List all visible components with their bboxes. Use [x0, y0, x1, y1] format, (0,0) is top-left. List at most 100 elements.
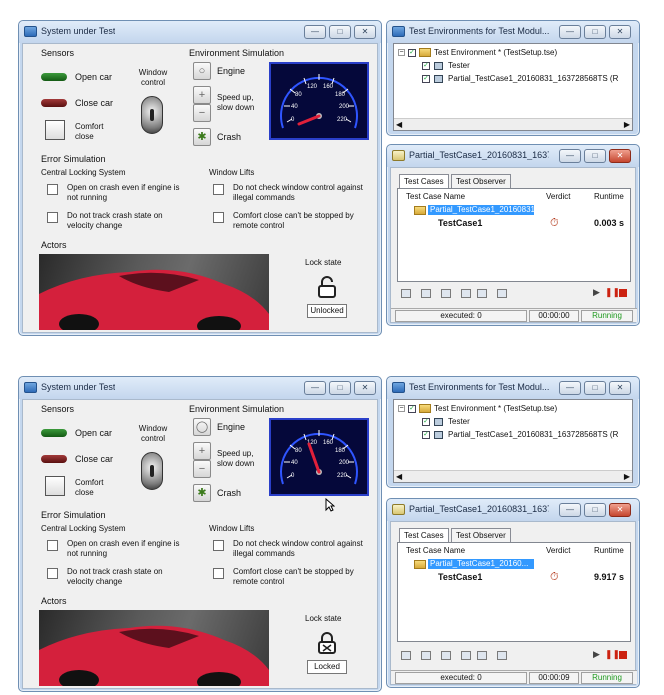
minimize-button[interactable]: — — [559, 25, 581, 39]
env-root-label[interactable]: Test Environment * (TestSetup.tse) — [434, 404, 557, 414]
tester-checkbox[interactable]: ✓ — [422, 418, 430, 426]
maximize-button[interactable]: □ — [329, 25, 351, 39]
window-control-knob[interactable] — [141, 96, 163, 134]
close-button[interactable]: ✕ — [609, 503, 631, 517]
open-on-crash-checkbox[interactable] — [47, 184, 58, 195]
expand-icon[interactable]: − — [398, 405, 405, 412]
pause-icon[interactable]: ❚❚ — [605, 287, 620, 298]
testcase-env-label[interactable]: Partial_TestCase1_20160831_163728568TS (… — [448, 74, 628, 84]
toolbar-icon[interactable] — [497, 289, 507, 298]
open-car-key-icon[interactable] — [41, 429, 67, 437]
speed-up-button[interactable]: + — [193, 86, 211, 104]
horizontal-scrollbar[interactable]: ◀ ▶ — [394, 470, 632, 482]
close-button[interactable]: ✕ — [354, 25, 376, 39]
minimize-button[interactable]: — — [559, 503, 581, 517]
tester-label[interactable]: Tester — [448, 61, 470, 71]
crash-button[interactable]: ✱ — [193, 128, 211, 146]
testcase-titlebar[interactable]: Partial_TestCase1_20160831_16372856... —… — [387, 145, 639, 167]
minimize-button[interactable]: — — [304, 25, 326, 39]
tab-test-observer[interactable]: Test Observer — [451, 174, 511, 188]
comfort-close-button[interactable] — [45, 476, 65, 496]
testcase-env-checkbox[interactable]: ✓ — [422, 75, 430, 83]
col-test-case-name[interactable]: Test Case Name — [406, 546, 465, 555]
check-window-control-checkbox[interactable] — [213, 540, 224, 551]
track-crash-checkbox[interactable] — [47, 212, 58, 223]
env-root-label[interactable]: Test Environment * (TestSetup.tse) — [434, 48, 557, 58]
toolbar-icon[interactable] — [421, 289, 431, 298]
env-titlebar[interactable]: Test Environments for Test Modul... — □ … — [387, 377, 639, 399]
comfort-close-stop-checkbox[interactable] — [213, 212, 224, 223]
col-verdict[interactable]: Verdict — [546, 192, 570, 201]
toolbar-icon[interactable] — [441, 289, 451, 298]
minimize-button[interactable]: — — [559, 149, 581, 163]
horizontal-scrollbar[interactable]: ◀ ▶ — [394, 118, 632, 130]
window-lifts-heading: Window Lifts — [209, 524, 255, 533]
close-button[interactable]: ✕ — [609, 381, 631, 395]
tab-test-cases[interactable]: Test Cases — [399, 528, 449, 543]
row-parent-label[interactable]: Partial_TestCase1_20160... — [428, 559, 534, 569]
col-verdict[interactable]: Verdict — [546, 546, 570, 555]
toolbar-icon[interactable] — [401, 289, 411, 298]
stop-icon[interactable] — [619, 651, 627, 659]
crash-button[interactable]: ✱ — [193, 484, 211, 502]
open-car-key-icon[interactable] — [41, 73, 67, 81]
track-crash-checkbox[interactable] — [47, 568, 58, 579]
env-root-checkbox[interactable]: ✓ — [408, 49, 416, 57]
tab-test-observer[interactable]: Test Observer — [451, 528, 511, 542]
executed-count: executed: 0 — [395, 310, 527, 322]
row-child-label[interactable]: TestCase1 — [438, 572, 482, 582]
tester-label[interactable]: Tester — [448, 417, 470, 427]
minimize-button[interactable]: — — [559, 381, 581, 395]
comfort-close-button[interactable] — [45, 120, 65, 140]
toolbar-icon[interactable] — [477, 651, 487, 660]
slow-down-button[interactable]: − — [193, 104, 211, 122]
col-runtime[interactable]: Runtime — [594, 192, 624, 201]
maximize-button[interactable]: □ — [329, 381, 351, 395]
engine-button[interactable]: ◯ — [193, 418, 211, 436]
maximize-button[interactable]: □ — [584, 25, 606, 39]
col-test-case-name[interactable]: Test Case Name — [406, 192, 465, 201]
toolbar-icon[interactable] — [401, 651, 411, 660]
testcase-env-label[interactable]: Partial_TestCase1_20160831_163728568TS (… — [448, 430, 628, 440]
toolbar-icon[interactable] — [461, 289, 471, 298]
slow-down-button[interactable]: − — [193, 460, 211, 478]
toolbar-icon[interactable] — [477, 289, 487, 298]
folder-icon — [419, 404, 431, 413]
env-root-checkbox[interactable]: ✓ — [408, 405, 416, 413]
expand-icon[interactable]: − — [398, 49, 405, 56]
engine-button[interactable]: ○ — [193, 62, 211, 80]
env-titlebar[interactable]: Test Environments for Test Modul... — □ … — [387, 21, 639, 43]
pause-icon[interactable]: ❚❚ — [605, 649, 620, 660]
stop-icon[interactable] — [619, 289, 627, 297]
speed-up-button[interactable]: + — [193, 442, 211, 460]
tab-test-cases[interactable]: Test Cases — [399, 174, 449, 189]
close-car-key-icon[interactable] — [41, 99, 67, 107]
close-button[interactable]: ✕ — [609, 149, 631, 163]
maximize-button[interactable]: □ — [584, 149, 606, 163]
window-control-knob[interactable] — [141, 452, 163, 490]
speed-needle — [307, 442, 321, 474]
testcase-titlebar[interactable]: Partial_TestCase1_20160831_16372856... —… — [387, 499, 639, 521]
play-icon[interactable]: ▶ — [593, 649, 600, 660]
sut-titlebar[interactable]: System under Test — □ ✕ — [19, 21, 381, 43]
toolbar-icon[interactable] — [497, 651, 507, 660]
row-parent-label[interactable]: Partial_TestCase1_20160831 — [428, 205, 534, 215]
close-button[interactable]: ✕ — [609, 25, 631, 39]
close-car-key-icon[interactable] — [41, 455, 67, 463]
minimize-button[interactable]: — — [304, 381, 326, 395]
toolbar-icon[interactable] — [461, 651, 471, 660]
maximize-button[interactable]: □ — [584, 503, 606, 517]
toolbar-icon[interactable] — [421, 651, 431, 660]
close-button[interactable]: ✕ — [354, 381, 376, 395]
comfort-close-stop-checkbox[interactable] — [213, 568, 224, 579]
sut-titlebar[interactable]: System under Test — □ ✕ — [19, 377, 381, 399]
toolbar-icon[interactable] — [441, 651, 451, 660]
check-window-control-checkbox[interactable] — [213, 184, 224, 195]
tester-checkbox[interactable]: ✓ — [422, 62, 430, 70]
col-runtime[interactable]: Runtime — [594, 546, 624, 555]
play-icon[interactable]: ▶ — [593, 287, 600, 298]
open-on-crash-checkbox[interactable] — [47, 540, 58, 551]
row-child-label[interactable]: TestCase1 — [438, 218, 482, 228]
testcase-env-checkbox[interactable]: ✓ — [422, 431, 430, 439]
maximize-button[interactable]: □ — [584, 381, 606, 395]
